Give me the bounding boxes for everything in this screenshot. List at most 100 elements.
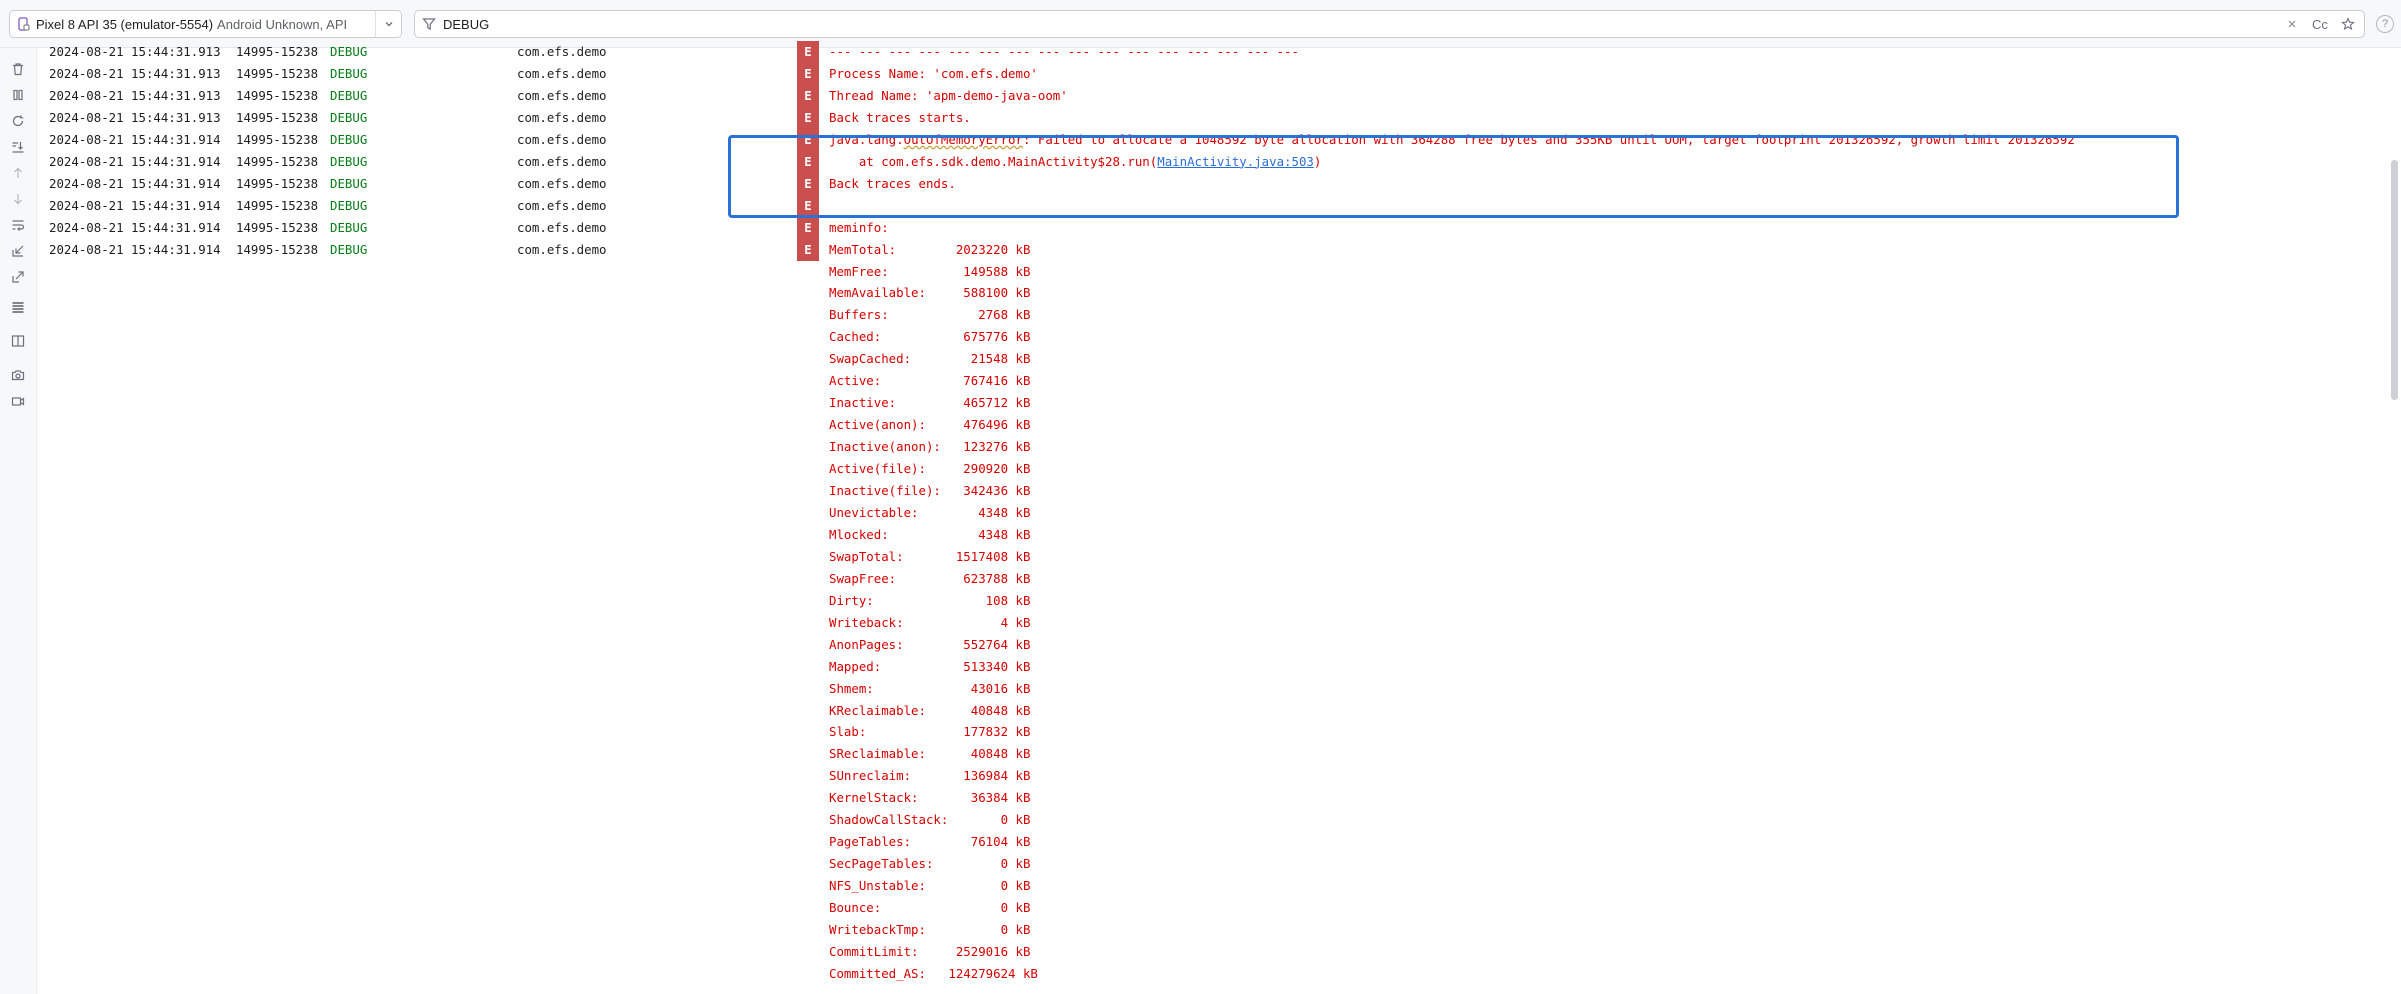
log-row[interactable]: 2024-08-21 15:44:31.914 14995-15238 DEBUG c… [37,172,2337,195]
up-arrow-icon[interactable] [7,162,29,184]
chevron-down-icon[interactable] [375,11,401,37]
meminfo-row[interactable]: MemAvailable: 588100 kB [37,282,2337,304]
log-row[interactable]: 2024-08-21 15:44:31.914 14995-15238 DEBUG c… [37,238,2337,261]
meminfo-row[interactable]: Unevictable: 4348 kB [37,502,2337,524]
meminfo-row[interactable]: SUnreclaim: 136984 kB [37,765,2337,787]
soft-wrap-icon[interactable] [7,214,29,236]
log-row[interactable]: 2024-08-21 15:44:31.914 14995-15238 DEBUG c… [37,150,2337,173]
log-row[interactable]: 2024-08-21 15:44:31.914 14995-15238 DEBUG c… [37,128,2337,151]
log-package: com.efs.demo [517,153,607,169]
meminfo-row[interactable]: Inactive(anon): 123276 kB [37,436,2337,458]
meminfo-row[interactable]: Mlocked: 4348 kB [37,524,2337,546]
log-level-badge: E [797,41,819,63]
meminfo-row[interactable]: ShadowCallStack: 0 kB [37,809,2337,831]
scroll-to-end-icon[interactable] [7,136,29,158]
screenshot-icon[interactable] [7,364,29,386]
log-level-badge: E [797,62,819,85]
meminfo-row[interactable]: Writeback: 4 kB [37,612,2337,634]
meminfo-line: Inactive(file): 342436 kB [829,483,1031,498]
log-tag: DEBUG [330,153,368,169]
log-row[interactable]: 2024-08-21 15:44:31.913 14995-15238 DEBUG c… [37,41,2337,63]
meminfo-row[interactable]: SwapCached: 21548 kB [37,348,2337,370]
meminfo-row[interactable]: CommitLimit: 2529016 kB [37,941,2337,963]
meminfo-row[interactable]: Active(anon): 476496 kB [37,414,2337,436]
meminfo-line: CommitLimit: 2529016 kB [829,943,1031,959]
log-timestamp: 2024-08-21 15:44:31.914 [49,175,221,191]
log-row[interactable]: 2024-08-21 15:44:31.914 14995-15238 DEBUG c… [37,194,2337,217]
device-name: Pixel 8 API 35 (emulator-5554) [36,16,214,32]
log-pid-tid: 14995-15238 [236,175,319,191]
match-case-button[interactable]: Cc [2310,14,2330,34]
meminfo-row[interactable]: Active(file): 290920 kB [37,458,2337,480]
meminfo-row[interactable]: Buffers: 2768 kB [37,304,2337,326]
log-row[interactable]: 2024-08-21 15:44:31.913 14995-15238 DEBUG c… [37,84,2337,107]
scrollbar-thumb[interactable] [2391,160,2398,400]
filter-actions: Cc [2282,14,2358,34]
meminfo-line: Mlocked: 4348 kB [829,526,1031,542]
meminfo-row[interactable]: Committed_AS: 124279624 kB [37,963,2337,985]
meminfo-row[interactable]: SwapTotal: 1517408 kB [37,546,2337,568]
format-icon[interactable] [7,296,29,318]
meminfo-row[interactable]: Dirty: 108 kB [37,590,2337,612]
export-icon[interactable] [7,266,29,288]
log-package: com.efs.demo [517,241,607,257]
meminfo-line: Active(anon): 476496 kB [829,417,1031,433]
import-icon[interactable] [7,240,29,262]
meminfo-row[interactable]: SecPageTables: 0 kB [37,853,2337,875]
log-timestamp: 2024-08-21 15:44:31.913 [49,44,221,59]
meminfo-row[interactable]: Active: 767416 kB [37,370,2337,392]
split-panels-icon[interactable] [7,330,29,352]
meminfo-line: Buffers: 2768 kB [829,307,1031,323]
meminfo-row[interactable]: SwapFree: 623788 kB [37,568,2337,590]
meminfo-line: PageTables: 76104 kB [829,834,1031,850]
log-pid-tid: 14995-15238 [236,197,319,213]
meminfo-row[interactable]: Bounce: 0 kB [37,897,2337,919]
meminfo-line: Committed_AS: 124279624 kB [829,965,1038,981]
meminfo-row[interactable]: AnonPages: 552764 kB [37,634,2337,656]
log-message: Back traces starts. [829,109,971,125]
meminfo-row[interactable]: SReclaimable: 40848 kB [37,743,2337,765]
meminfo-row[interactable]: Shmem: 43016 kB [37,678,2337,700]
log-tag: DEBUG [330,131,368,147]
meminfo-row[interactable]: KReclaimable: 40848 kB [37,700,2337,722]
clear-filter-icon[interactable] [2282,14,2302,34]
device-selector[interactable]: Pixel 8 API 35 (emulator-5554) Android U… [9,10,402,38]
star-icon[interactable] [2338,14,2358,34]
device-info: Android Unknown, API [217,16,348,32]
meminfo-row[interactable]: KernelStack: 36384 kB [37,787,2337,809]
meminfo-row[interactable]: MemFree: 149588 kB [37,261,2337,283]
log-pid-tid: 14995-15238 [236,241,319,257]
log-message: --- --- --- --- --- --- --- --- --- --- … [829,44,1299,59]
device-icon [10,17,36,31]
meminfo-row[interactable]: WritebackTmp: 0 kB [37,919,2337,941]
pause-icon[interactable] [7,84,29,106]
meminfo-row[interactable]: Inactive: 465712 kB [37,392,2337,414]
meminfo-row[interactable]: Inactive(file): 342436 kB [37,480,2337,502]
log-pid-tid: 14995-15238 [236,109,319,125]
restart-icon[interactable] [7,110,29,132]
down-arrow-icon[interactable] [7,188,29,210]
exception-class[interactable]: OutOfMemoryError [904,132,1023,147]
meminfo-row[interactable]: Cached: 675776 kB [37,326,2337,348]
log-row[interactable]: 2024-08-21 15:44:31.913 14995-15238 DEBUG c… [37,62,2337,85]
screen-record-icon[interactable] [7,390,29,412]
meminfo-line: SUnreclaim: 136984 kB [829,768,1031,784]
help-button[interactable]: ? [2376,15,2394,33]
source-link[interactable]: MainActivity.java:503 [1157,154,1314,169]
meminfo-line: SwapTotal: 1517408 kB [829,548,1031,564]
trash-icon[interactable] [7,58,29,80]
log-package: com.efs.demo [517,175,607,191]
log-timestamp: 2024-08-21 15:44:31.914 [49,153,221,169]
meminfo-row[interactable]: Mapped: 513340 kB [37,656,2337,678]
meminfo-row[interactable]: PageTables: 76104 kB [37,831,2337,853]
logcat-filter-input[interactable]: DEBUG Cc [414,10,2365,38]
vertical-scrollbar[interactable] [2387,48,2401,994]
logcat-output[interactable]: 2024-08-21 15:44:31.913 14995-15238 DEBUG c… [37,41,2401,994]
log-row[interactable]: 2024-08-21 15:44:31.914 14995-15238 DEBUG c… [37,216,2337,239]
log-level-badge: E [797,128,819,151]
log-package: com.efs.demo [517,65,607,81]
meminfo-line: Inactive(anon): 123276 kB [829,439,1031,455]
meminfo-row[interactable]: NFS_Unstable: 0 kB [37,875,2337,897]
meminfo-row[interactable]: Slab: 177832 kB [37,721,2337,743]
log-row[interactable]: 2024-08-21 15:44:31.913 14995-15238 DEBUG c… [37,106,2337,129]
